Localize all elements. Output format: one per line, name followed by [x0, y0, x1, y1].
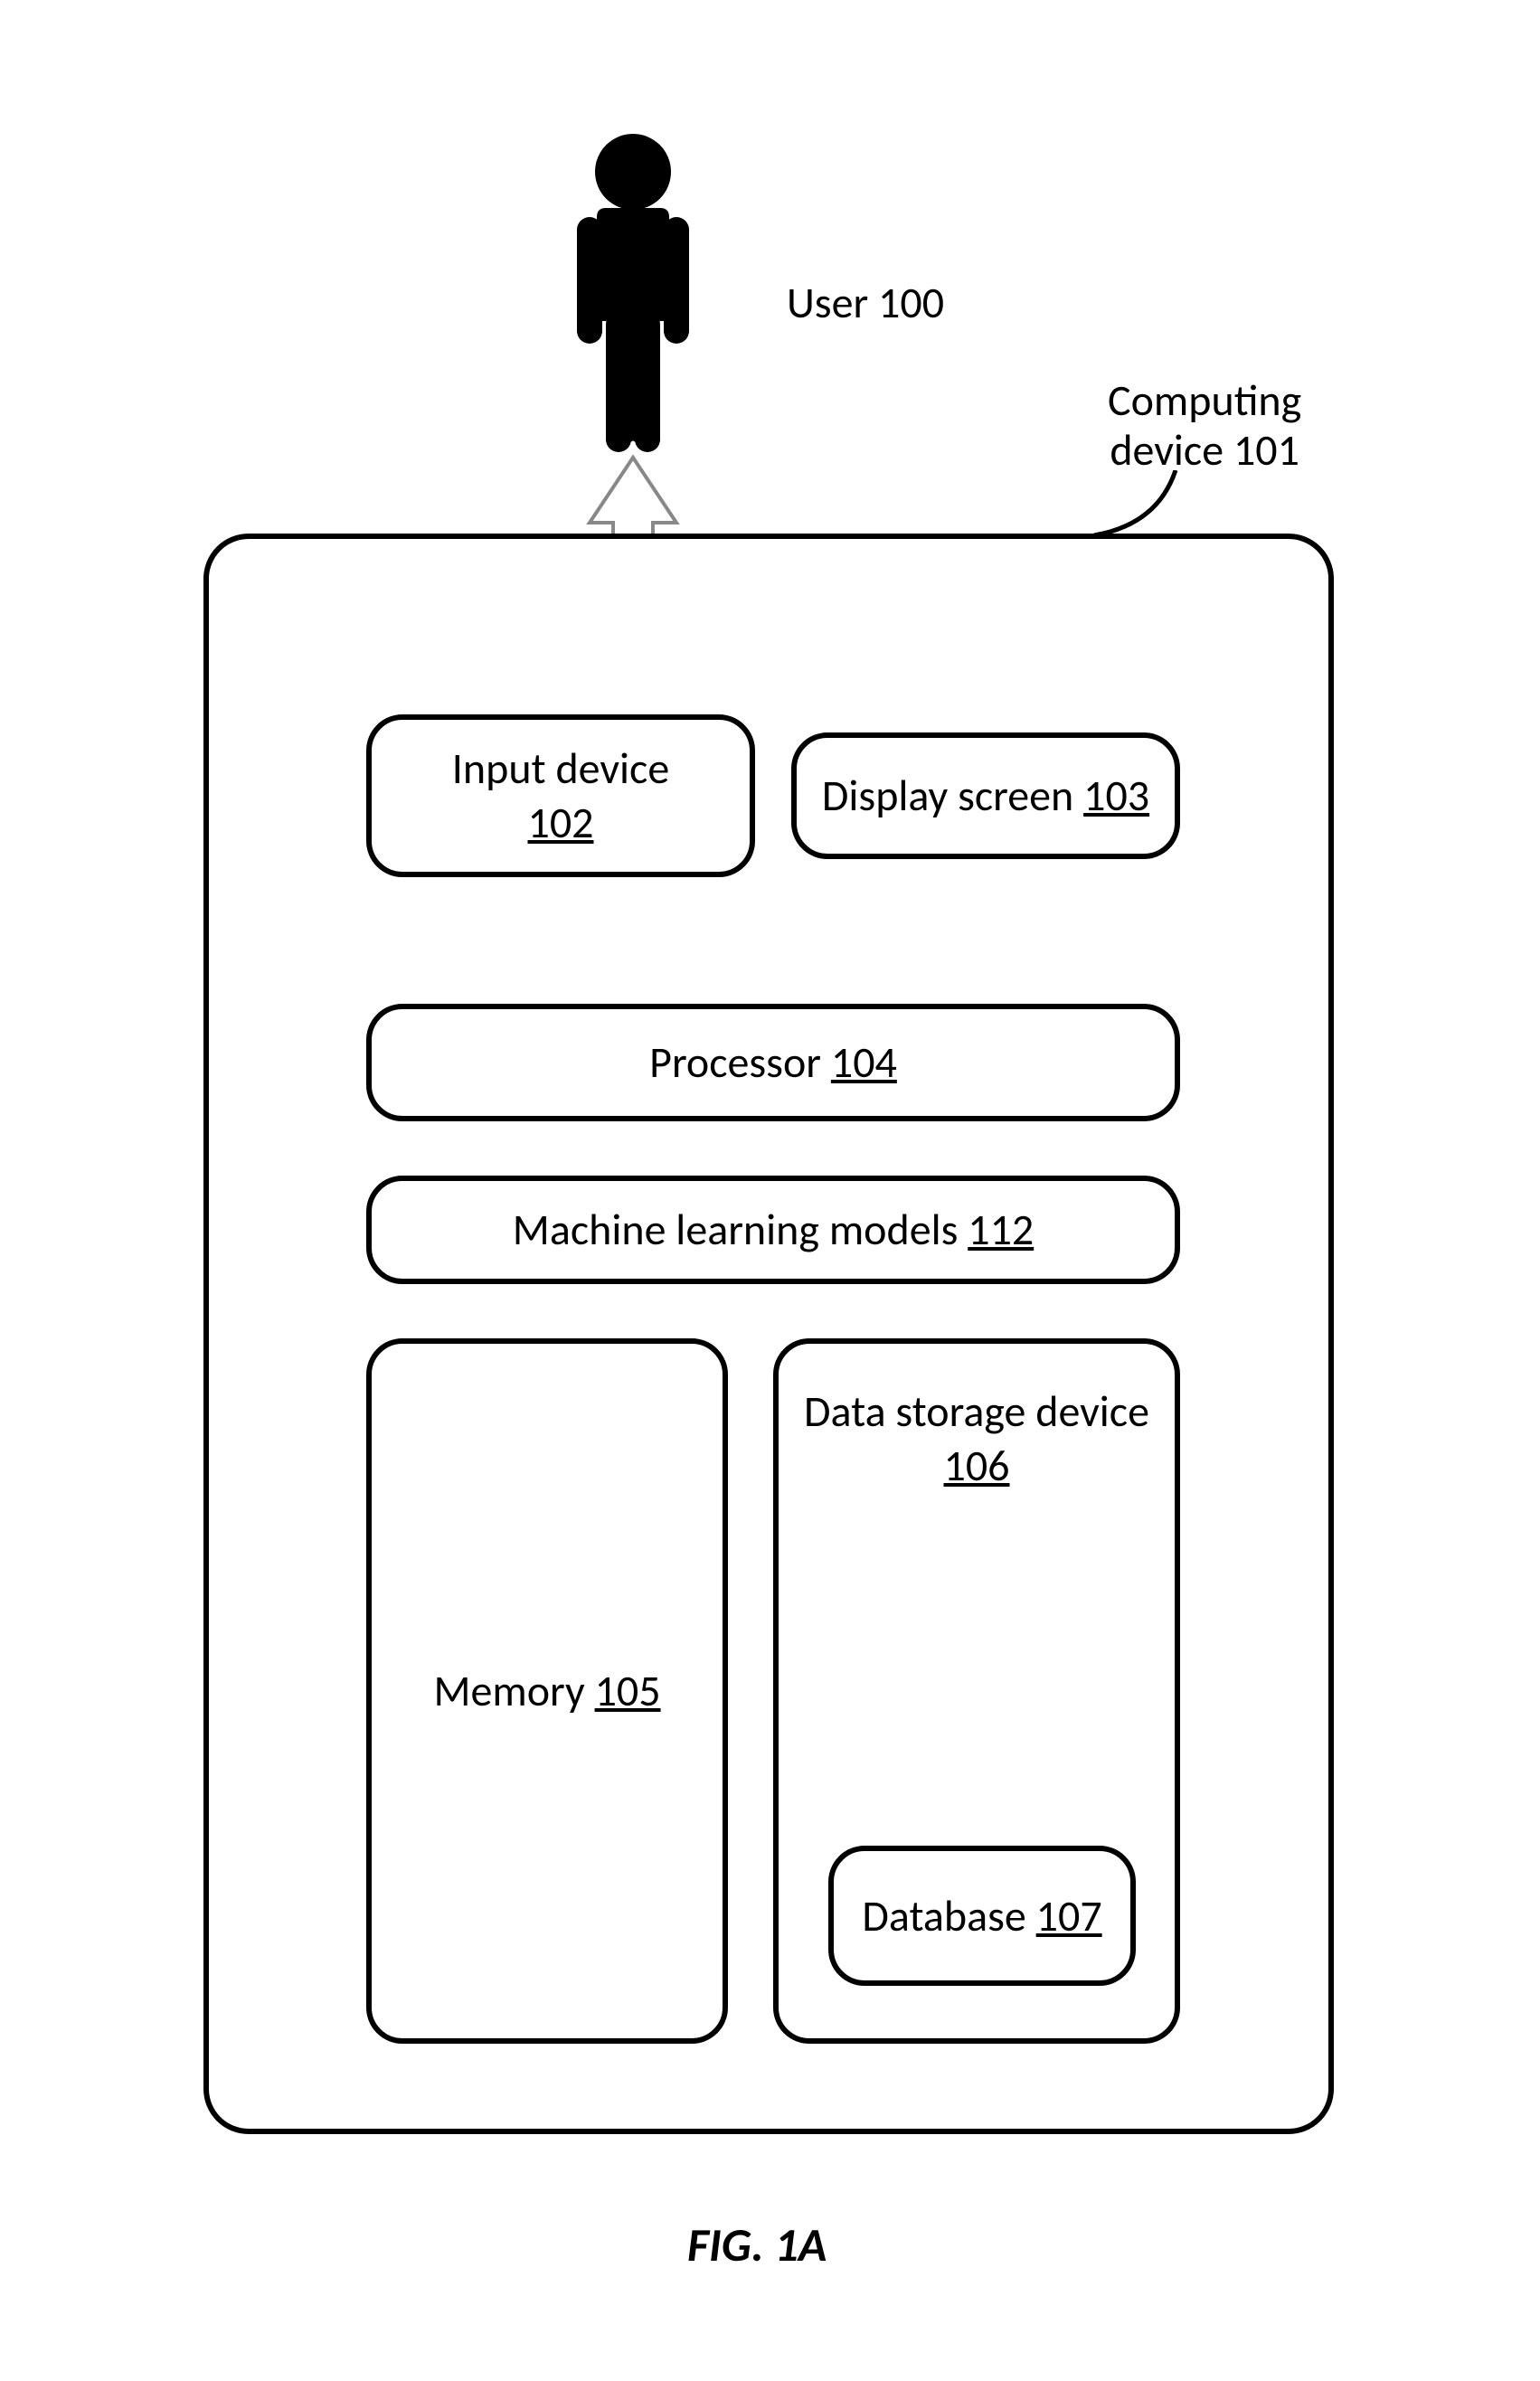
memory-box: Memory 105: [366, 1338, 728, 2044]
computing-device-label: Computing device 101: [1108, 375, 1301, 475]
input-device-box: Input device 102: [366, 714, 755, 877]
ml-models-box: Machine learning models 112: [366, 1176, 1180, 1284]
person-icon: [543, 131, 723, 466]
diagram-canvas: User 100 Computing device 101 Input devi…: [0, 0, 1540, 2381]
user-label: User 100: [787, 276, 944, 329]
storage-box: Data storage device 106 Database 107: [773, 1338, 1180, 2044]
display-screen-box: Display screen 103: [791, 732, 1180, 859]
storage-label: Data storage device 106: [779, 1384, 1175, 1493]
callout-line: [1076, 470, 1185, 543]
database-box: Database 107: [828, 1846, 1136, 1986]
figure-caption: FIG. 1A: [687, 2216, 827, 2273]
processor-box: Processor 104: [366, 1004, 1180, 1121]
